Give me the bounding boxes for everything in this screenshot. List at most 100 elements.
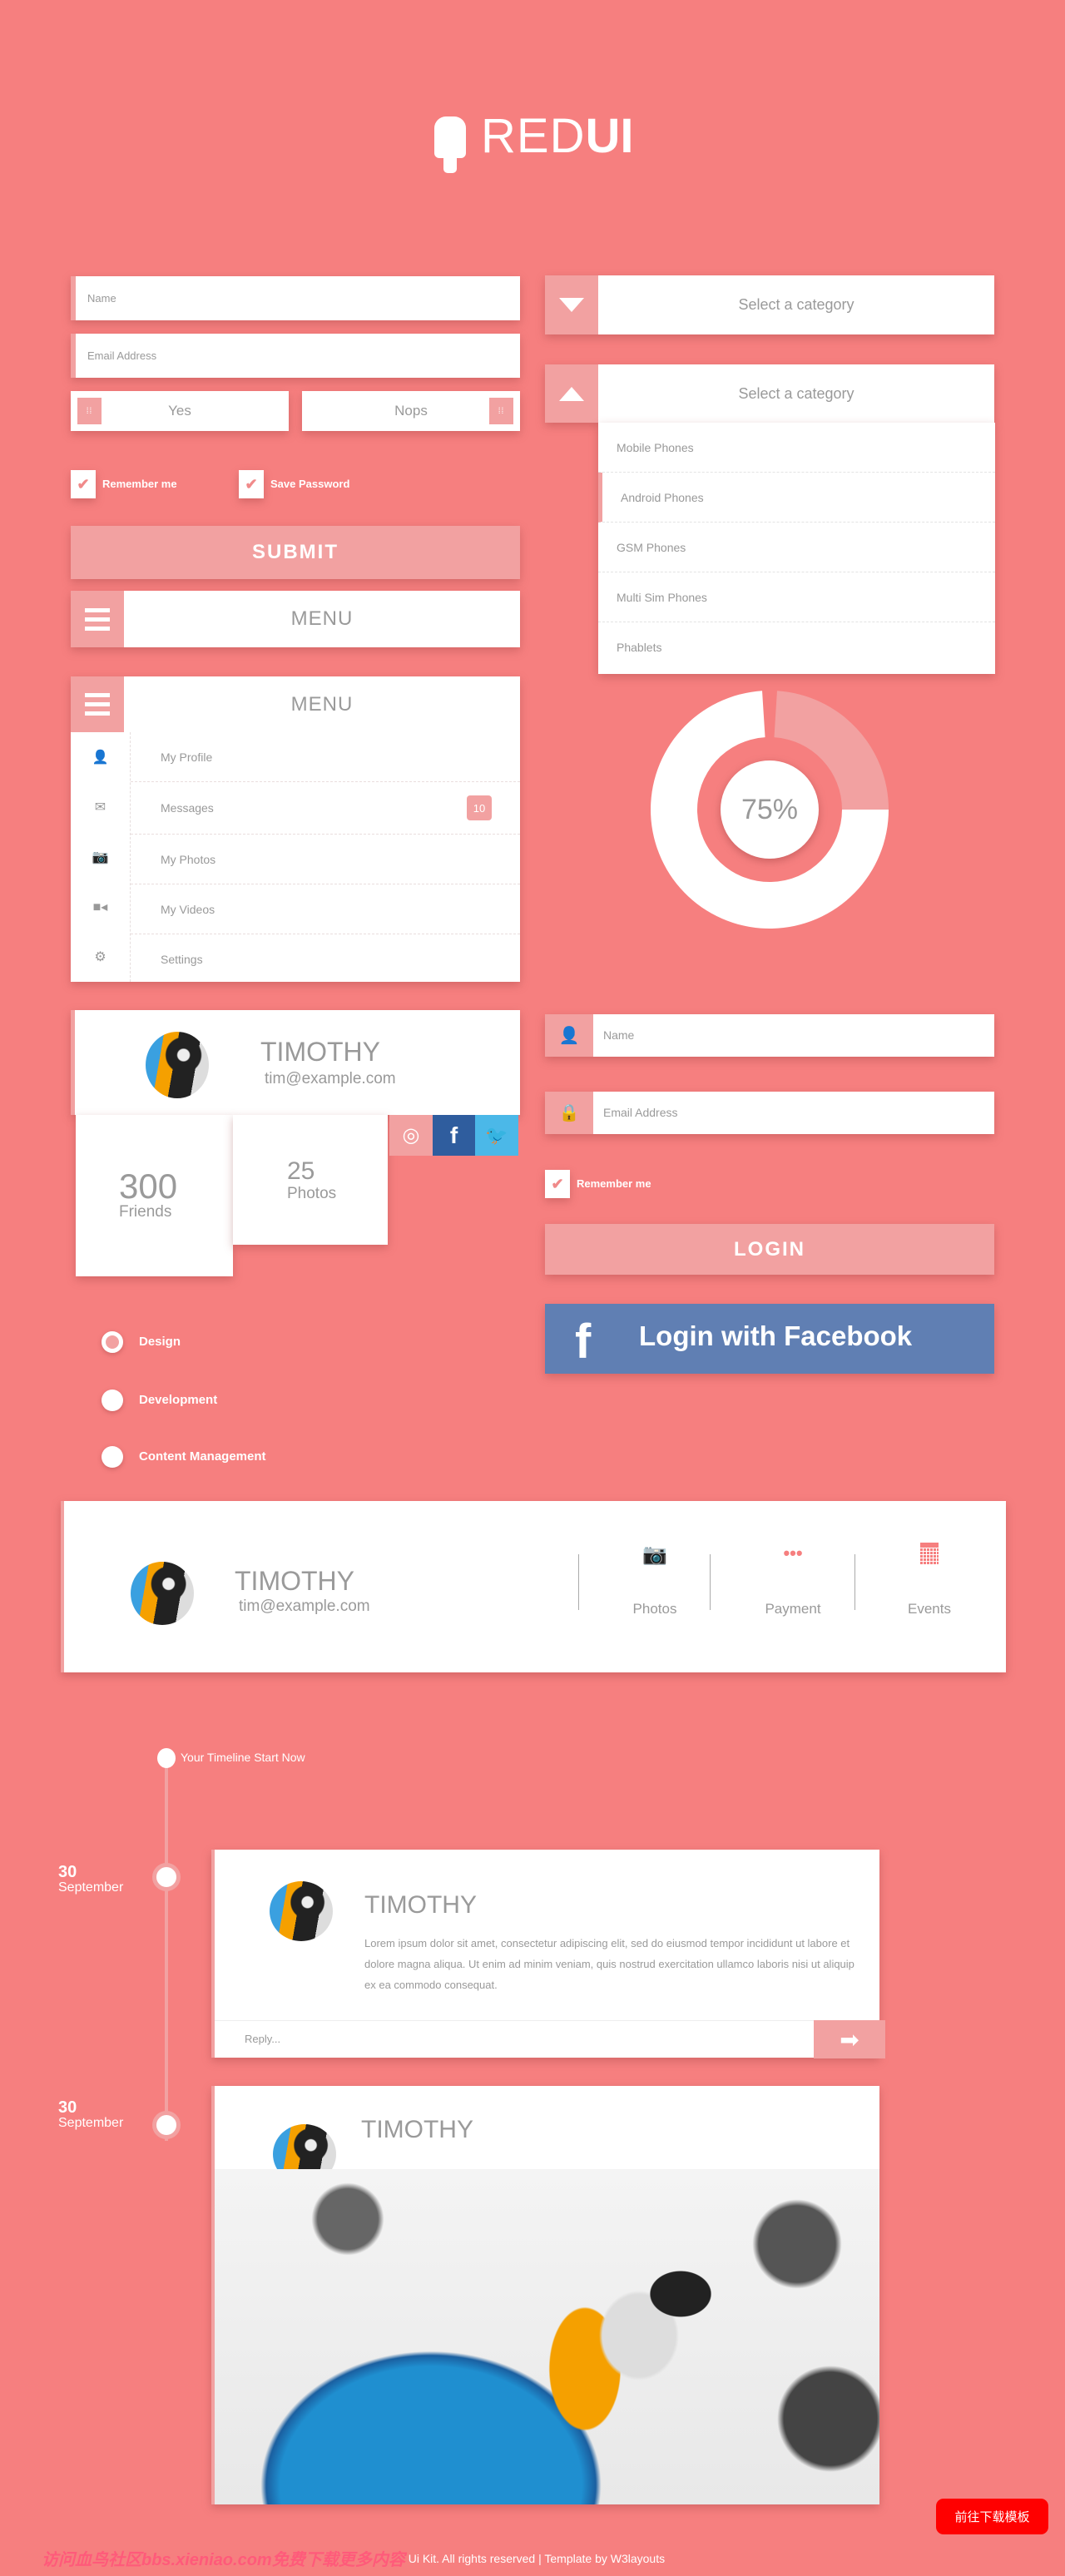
dropdown-option[interactable]: Phablets xyxy=(598,622,995,672)
yes-toggle[interactable]: ⁞⁞ Yes xyxy=(71,391,289,431)
download-button[interactable]: 前往下载模板 xyxy=(936,2499,1048,2534)
select-placeholder: Select a category xyxy=(738,384,854,402)
dropdown-option[interactable]: Multi Sim Phones xyxy=(598,572,995,622)
twitter-icon[interactable]: 🐦 xyxy=(475,1115,518,1156)
reply-placeholder: Reply... xyxy=(245,2033,281,2045)
friends-stat: 300 Friends xyxy=(76,1115,233,1276)
menu-bar-closed[interactable]: MENU xyxy=(71,591,520,647)
hamburger-icon[interactable] xyxy=(71,676,124,732)
gear-icon: ⚙ xyxy=(94,950,106,964)
save-password-checkbox[interactable]: ✔ xyxy=(239,470,264,498)
radio-label: Content Management xyxy=(139,1449,266,1464)
action-label: Photos xyxy=(632,1601,677,1617)
timeline-start-label: Your Timeline Start Now xyxy=(181,1751,305,1764)
email-input[interactable]: Email Address xyxy=(71,334,520,378)
payment-action[interactable]: ••• Payment xyxy=(751,1543,835,1617)
nops-label: Nops xyxy=(394,403,428,419)
timeline-date: 30 September xyxy=(58,1864,123,1895)
footer-text: Ui Kit. All rights reserved | Template b… xyxy=(408,2551,666,2565)
date-day: 30 xyxy=(58,1863,77,1881)
radio-content-management[interactable] xyxy=(102,1446,123,1468)
login-button[interactable]: LOGIN xyxy=(545,1224,994,1275)
send-arrow-icon[interactable]: ➡ xyxy=(814,2020,885,2058)
avatar xyxy=(270,1881,333,1941)
menu-title: MENU xyxy=(290,692,354,716)
profile-bar: TIMOTHY tim@example.com 📷 Photos ••• Pay… xyxy=(61,1501,1006,1672)
yes-label: Yes xyxy=(168,403,191,419)
check-icon: ✔ xyxy=(551,1175,564,1192)
login-remember-checkbox[interactable]: ✔ xyxy=(545,1170,570,1198)
menu-item-videos[interactable]: My Videos xyxy=(131,884,520,934)
menu-item-settings[interactable]: Settings xyxy=(131,934,520,984)
camera-icon: 📷 xyxy=(642,1543,667,1566)
events-action[interactable]: Events xyxy=(888,1543,971,1617)
avatar xyxy=(131,1562,194,1625)
dropdown-option[interactable]: GSM Phones xyxy=(598,523,995,572)
envelope-icon: ✉ xyxy=(94,800,106,815)
menu-open[interactable]: MENU 👤 ✉ 📷 ■◂ ⚙ My Profile Messages 10 M… xyxy=(71,676,520,982)
parrot-photo xyxy=(215,2169,879,2504)
name-input[interactable]: Name xyxy=(71,276,520,320)
login-name-placeholder: Name xyxy=(603,1028,635,1042)
menu-item-label: Messages xyxy=(161,801,214,815)
category-select-closed[interactable]: Select a category xyxy=(545,275,994,334)
radio-development[interactable] xyxy=(102,1390,123,1411)
menu-item-photos[interactable]: My Photos xyxy=(131,835,520,884)
grip-icon: ⁞⁞ xyxy=(77,398,102,424)
photos-action[interactable]: 📷 Photos xyxy=(613,1543,696,1617)
dribbble-icon[interactable]: ◎ xyxy=(389,1115,433,1156)
name-placeholder: Name xyxy=(87,292,116,305)
divider xyxy=(578,1554,579,1610)
login-email-placeholder: Email Address xyxy=(603,1106,678,1119)
check-icon: ✔ xyxy=(77,475,90,493)
friends-count: 300 xyxy=(119,1167,178,1206)
email-placeholder: Email Address xyxy=(87,349,157,362)
timeline-post: TIMOTHY Lorem ipsum dolor sit amet, cons… xyxy=(211,1850,885,2058)
date-day: 30 xyxy=(58,2098,77,2117)
facebook-login-button[interactable]: f Login with Facebook xyxy=(545,1304,994,1374)
reply-input[interactable]: Reply... xyxy=(215,2020,814,2058)
date-month: September xyxy=(58,1880,124,1895)
chevron-up-icon[interactable] xyxy=(545,364,598,423)
submit-button[interactable]: SUBMIT xyxy=(71,526,520,579)
menu-items: My Profile Messages 10 My Photos My Vide… xyxy=(131,732,520,984)
action-label: Payment xyxy=(765,1601,821,1617)
radio-label: Development xyxy=(139,1393,218,1407)
dropdown-option[interactable]: Mobile Phones xyxy=(598,423,995,473)
menu-item-label: My Videos xyxy=(161,902,215,916)
radio-design[interactable] xyxy=(102,1331,123,1353)
menu-item-profile[interactable]: My Profile xyxy=(131,732,520,782)
camera-icon: 📷 xyxy=(92,850,109,864)
profile-card: TIMOTHY tim@example.com xyxy=(71,1010,520,1115)
remember-checkbox[interactable]: ✔ xyxy=(71,470,96,498)
logo-text-light: RED xyxy=(481,109,586,163)
remember-label: Remember me xyxy=(102,478,177,490)
chevron-down-icon[interactable] xyxy=(545,275,598,334)
hamburger-icon[interactable] xyxy=(71,591,124,647)
timeline-start-dot xyxy=(157,1748,176,1768)
profile-bar-email: tim@example.com xyxy=(239,1598,370,1615)
divider xyxy=(710,1554,711,1610)
grip-icon: ⁞⁞ xyxy=(489,398,513,424)
dropdown-option-active[interactable]: Android Phones xyxy=(598,473,995,523)
logo: RED UI xyxy=(434,109,633,173)
popsicle-icon xyxy=(434,116,466,173)
facebook-icon: f xyxy=(575,1315,592,1369)
divider xyxy=(854,1554,855,1610)
menu-item-label: My Profile xyxy=(161,750,213,764)
select-placeholder: Select a category xyxy=(738,296,854,313)
check-icon: ✔ xyxy=(245,475,258,493)
photos-label: Photos xyxy=(287,1185,337,1202)
nops-toggle[interactable]: Nops ⁞⁞ xyxy=(302,391,520,431)
login-email-input[interactable]: 🔒 Email Address xyxy=(545,1092,994,1134)
login-name-input[interactable]: 👤 Name xyxy=(545,1014,994,1057)
user-icon: 👤 xyxy=(92,751,109,765)
category-select-open[interactable]: Select a category xyxy=(545,364,994,423)
menu-item-messages[interactable]: Messages 10 xyxy=(131,782,520,835)
messages-badge: 10 xyxy=(467,795,492,820)
timeline-line xyxy=(165,1758,168,2141)
facebook-icon[interactable]: f xyxy=(433,1115,475,1156)
radio-label: Design xyxy=(139,1335,181,1349)
facebook-login-label: Login with Facebook xyxy=(639,1320,913,1351)
date-month: September xyxy=(58,2116,124,2130)
